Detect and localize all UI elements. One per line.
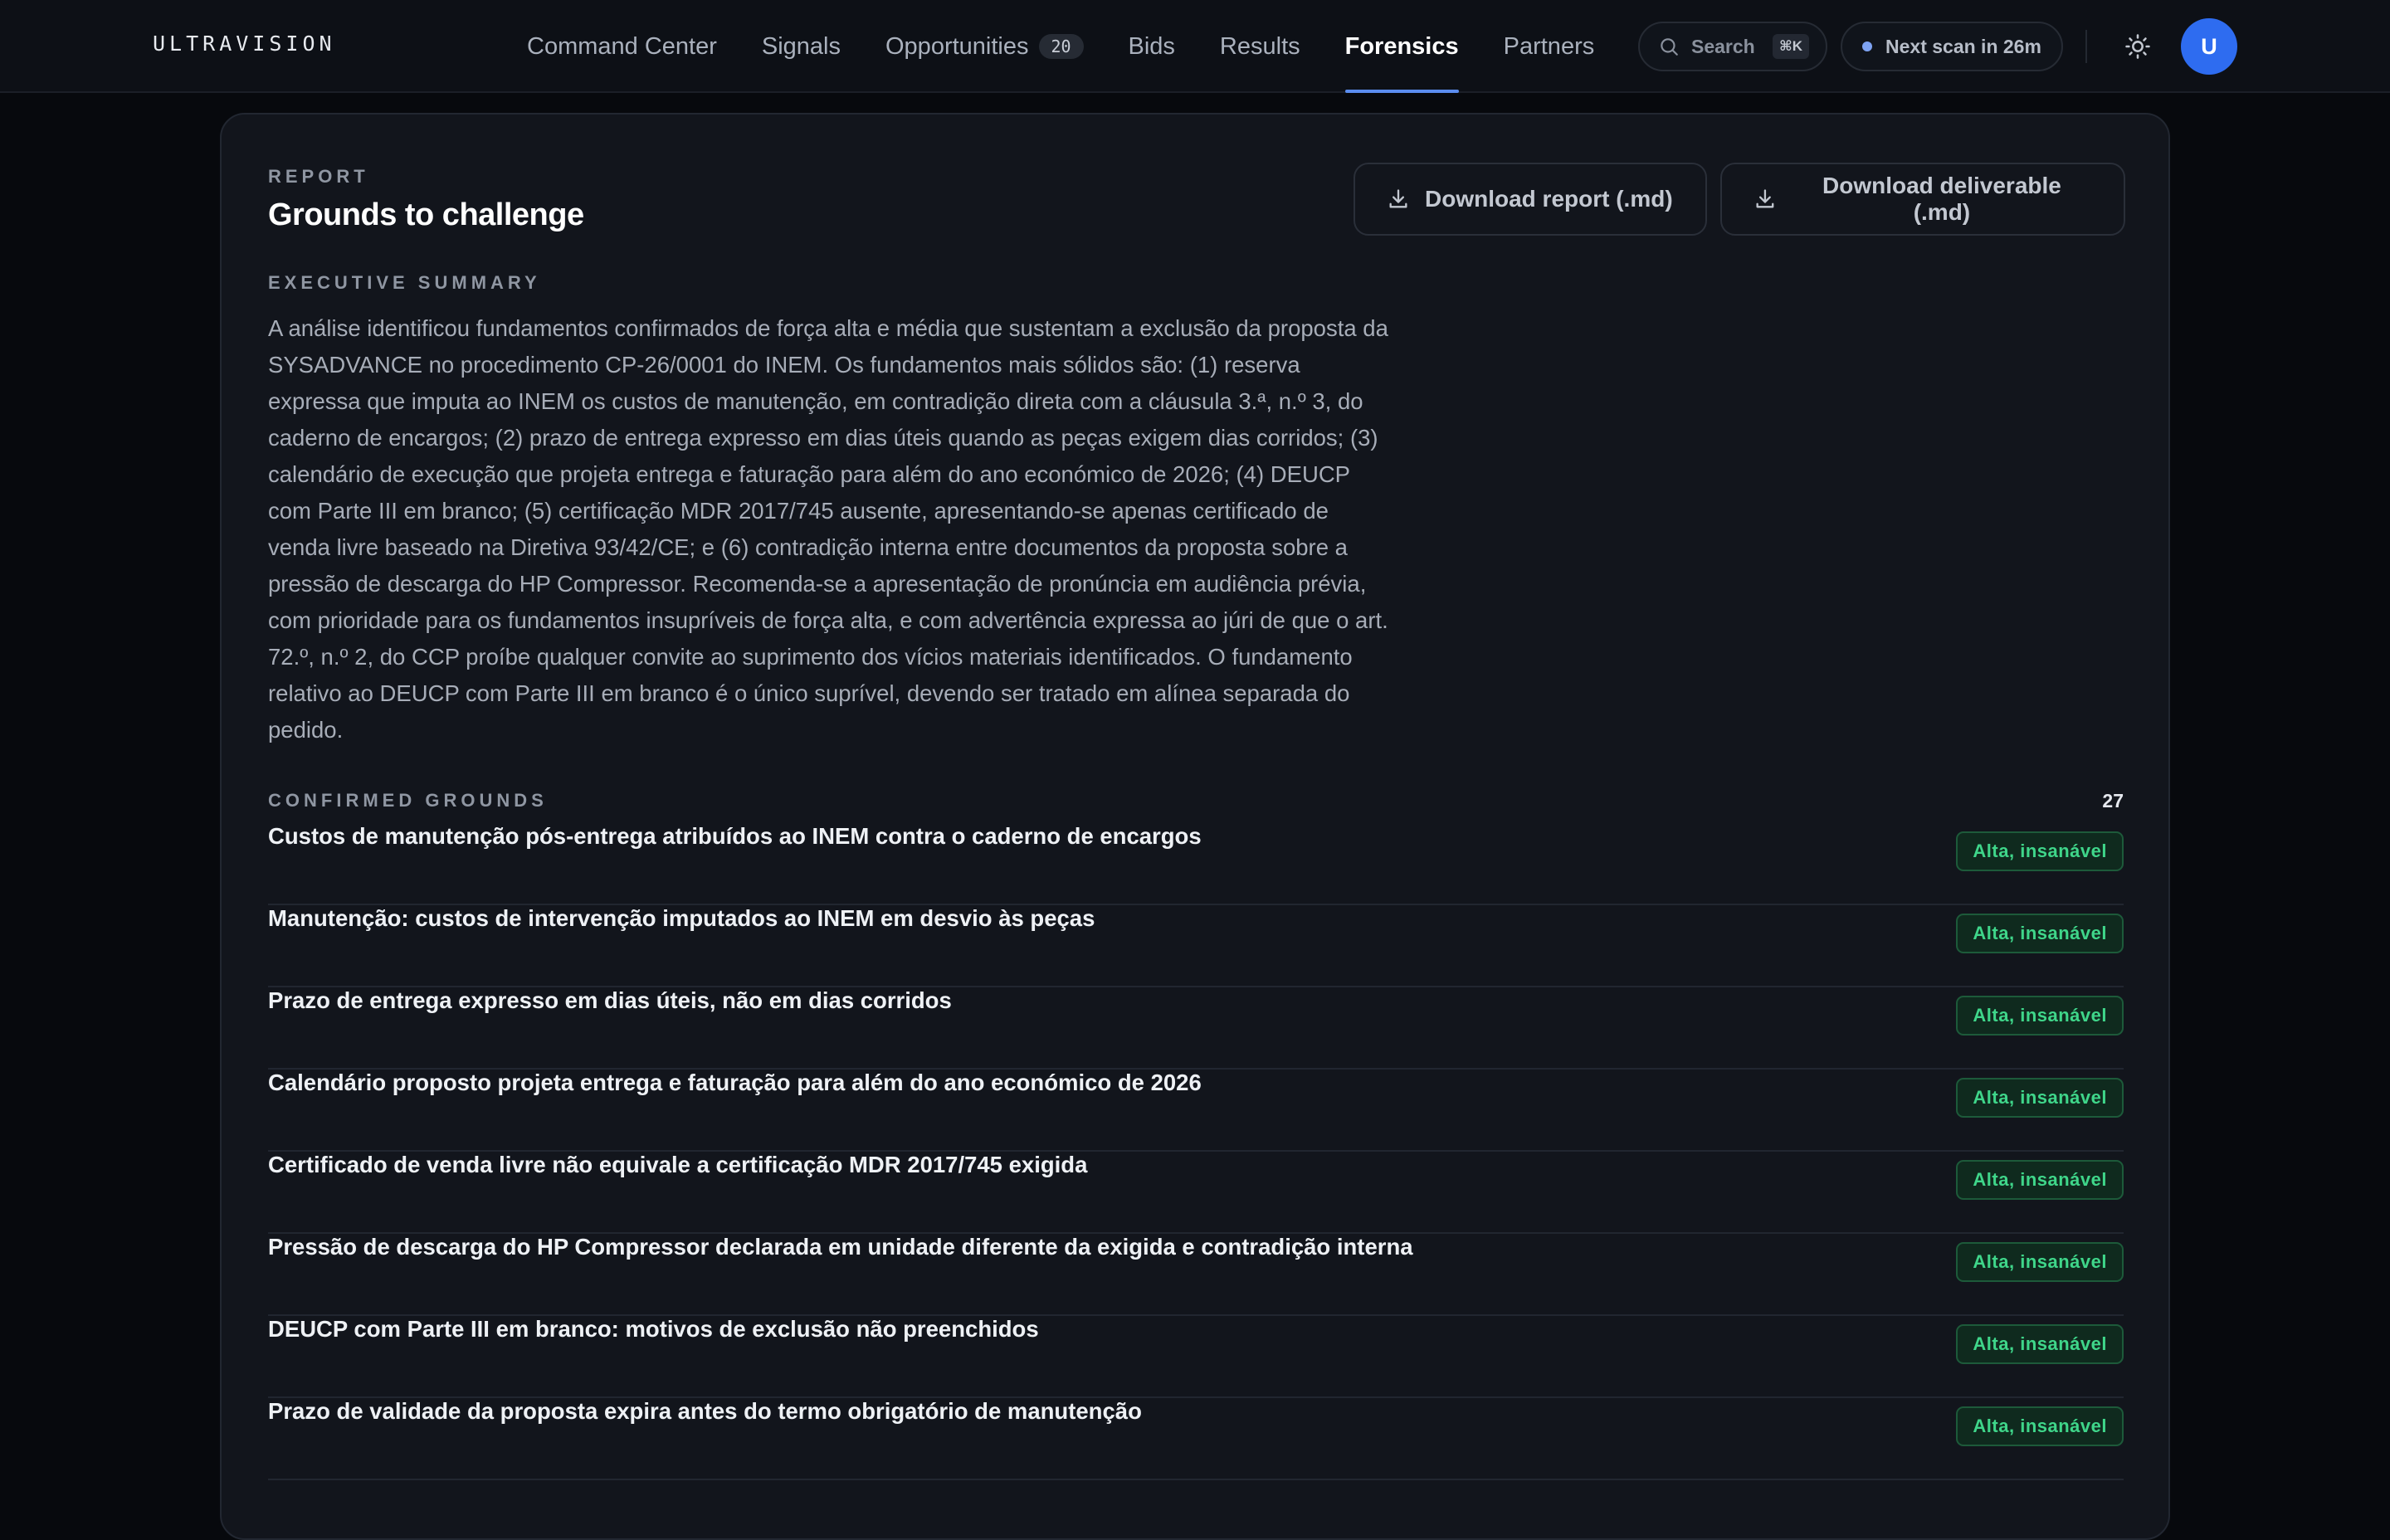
top-navigation-bar: ULTRAVISION Command Center Signals Oppor… bbox=[0, 0, 2390, 93]
nav-item-forensics[interactable]: Forensics bbox=[1323, 0, 1481, 93]
ground-row[interactable]: Prazo de validade da proposta expira ant… bbox=[268, 1398, 2124, 1480]
nav-item-label: Command Center bbox=[527, 32, 717, 60]
ground-row[interactable]: Prazo de entrega expresso em dias úteis,… bbox=[268, 987, 2124, 1070]
severity-badge: Alta, insanável bbox=[1956, 1406, 2124, 1446]
confirmed-grounds-list: Custos de manutenção pós-entrega atribuí… bbox=[268, 823, 2124, 1480]
severity-badge: Alta, insanável bbox=[1956, 1324, 2124, 1364]
ground-row[interactable]: Manutenção: custos de intervenção imputa… bbox=[268, 905, 2124, 987]
download-deliverable-button[interactable]: Download deliverable (.md) bbox=[1720, 163, 2125, 236]
ground-title: Prazo de validade da proposta expira ant… bbox=[268, 1398, 1142, 1424]
ground-row[interactable]: Pressão de descarga do HP Compressor dec… bbox=[268, 1234, 2124, 1316]
page-title: Grounds to challenge bbox=[268, 197, 584, 232]
search-shortcut: ⌘K bbox=[1772, 34, 1809, 59]
opportunities-count-badge: 20 bbox=[1038, 34, 1084, 59]
download-deliverable-label: Download deliverable (.md) bbox=[1822, 173, 2061, 225]
ground-title: Prazo de entrega expresso em dias úteis,… bbox=[268, 987, 952, 1013]
ground-title: DEUCP com Parte III em branco: motivos d… bbox=[268, 1316, 1039, 1342]
ground-row[interactable]: Custos de manutenção pós-entrega atribuí… bbox=[268, 823, 2124, 905]
download-icon bbox=[1389, 189, 1407, 208]
severity-badge: Alta, insanável bbox=[1956, 1078, 2124, 1118]
confirmed-grounds-heading: CONFIRMED GROUNDS bbox=[268, 790, 548, 811]
report-card: REPORT Grounds to challenge Download rep… bbox=[220, 113, 2170, 1540]
nav-item-label: Results bbox=[1219, 32, 1300, 60]
ground-title: Certificado de venda livre não equivale … bbox=[268, 1152, 1088, 1177]
status-dot-icon bbox=[1862, 41, 1872, 51]
nav-item-command-center[interactable]: Command Center bbox=[505, 0, 739, 93]
ground-row[interactable]: DEUCP com Parte III em branco: motivos d… bbox=[268, 1316, 2124, 1398]
download-icon bbox=[1756, 189, 1774, 208]
severity-badge: Alta, insanável bbox=[1956, 996, 2124, 1036]
nav-item-label: Partners bbox=[1503, 32, 1595, 60]
download-report-label: Download report (.md) bbox=[1425, 186, 1673, 212]
severity-badge: Alta, insanável bbox=[1956, 831, 2124, 871]
sun-icon bbox=[2125, 34, 2150, 59]
report-eyebrow: REPORT bbox=[268, 166, 369, 187]
nav-item-partners[interactable]: Partners bbox=[1481, 0, 1617, 93]
search-icon bbox=[1661, 38, 1678, 56]
search-label: Search bbox=[1691, 35, 1755, 57]
ground-row[interactable]: Calendário proposto projeta entrega e fa… bbox=[268, 1070, 2124, 1152]
nav-item-signals[interactable]: Signals bbox=[739, 0, 863, 93]
confirmed-grounds-count: 27 bbox=[2102, 790, 2124, 811]
nav-item-label: Forensics bbox=[1344, 32, 1459, 60]
ground-title: Custos de manutenção pós-entrega atribuí… bbox=[268, 823, 1202, 849]
nav-item-bids[interactable]: Bids bbox=[1106, 0, 1197, 93]
ground-row[interactable]: Certificado de venda livre não equivale … bbox=[268, 1152, 2124, 1234]
brand-logo[interactable]: ULTRAVISION bbox=[153, 32, 336, 56]
next-scan-status[interactable]: Next scan in 26m bbox=[1841, 22, 2063, 71]
main-nav: Command Center Signals Opportunities 20 B… bbox=[505, 0, 1617, 93]
ground-title: Manutenção: custos de intervenção imputa… bbox=[268, 905, 1095, 931]
header-divider bbox=[2085, 30, 2087, 63]
executive-summary-heading: EXECUTIVE SUMMARY bbox=[268, 272, 541, 293]
ground-title: Pressão de descarga do HP Compressor dec… bbox=[268, 1234, 1413, 1260]
user-avatar[interactable]: U bbox=[2181, 18, 2237, 75]
theme-toggle-button[interactable] bbox=[2119, 28, 2156, 65]
download-report-button[interactable]: Download report (.md) bbox=[1354, 163, 1707, 236]
nav-item-label: Signals bbox=[761, 32, 841, 60]
severity-badge: Alta, insanável bbox=[1956, 1242, 2124, 1282]
severity-badge: Alta, insanável bbox=[1956, 1160, 2124, 1200]
nav-item-opportunities[interactable]: Opportunities 20 bbox=[863, 0, 1106, 93]
severity-badge: Alta, insanável bbox=[1956, 914, 2124, 953]
nav-item-label: Opportunities bbox=[885, 32, 1029, 60]
executive-summary-text: A análise identificou fundamentos confir… bbox=[268, 315, 1388, 743]
nav-item-results[interactable]: Results bbox=[1197, 0, 1323, 93]
search-button[interactable]: Search ⌘K bbox=[1638, 22, 1827, 71]
nav-item-label: Bids bbox=[1128, 32, 1175, 60]
ground-title: Calendário proposto projeta entrega e fa… bbox=[268, 1070, 1202, 1095]
next-scan-label: Next scan in 26m bbox=[1885, 35, 2041, 57]
